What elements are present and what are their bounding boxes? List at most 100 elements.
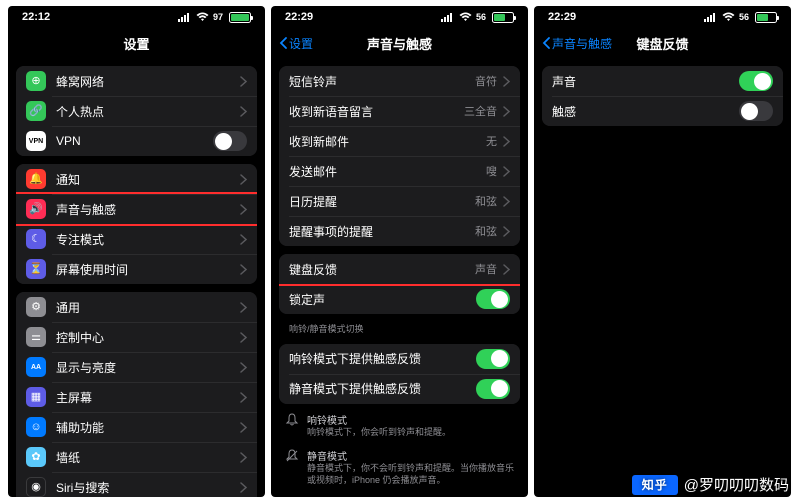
screen-sounds-haptics: 22:29 56 设置 声音与触感 短信铃声 音符 收到新语音留言 三全音 收到… bbox=[271, 6, 528, 497]
chevron-right-icon bbox=[503, 76, 510, 87]
chevron-right-icon bbox=[240, 452, 247, 463]
vpn-icon: VPN bbox=[26, 131, 46, 151]
group-haptic-modes: 响铃模式下提供触感反馈 静音模式下提供触感反馈 bbox=[279, 344, 520, 404]
settings-row[interactable]: ◉ Siri与搜索 bbox=[16, 472, 257, 497]
toggle-switch[interactable] bbox=[476, 289, 510, 309]
settings-row[interactable]: 🔔 通知 bbox=[16, 164, 257, 194]
group-connectivity: ⊕ 蜂窝网络 🔗 个人热点 VPN VPN bbox=[16, 66, 257, 156]
row-label: 墙纸 bbox=[56, 449, 234, 466]
back-label: 声音与触感 bbox=[552, 35, 612, 52]
row-label: Siri与搜索 bbox=[56, 479, 234, 496]
settings-row[interactable]: 提醒事项的提醒 和弦 bbox=[279, 216, 520, 246]
battery-icon bbox=[229, 12, 251, 23]
info-desc: 响铃模式下，你会听到铃声和提醒。 bbox=[307, 427, 514, 439]
toggle-switch[interactable] bbox=[739, 71, 773, 91]
chevron-right-icon bbox=[240, 302, 247, 313]
row-value: 无 bbox=[486, 133, 497, 149]
chevron-right-icon bbox=[240, 422, 247, 433]
chevron-right-icon bbox=[240, 76, 247, 87]
status-indicators: 56 bbox=[704, 12, 777, 23]
chevron-right-icon bbox=[503, 166, 510, 177]
row-value: 嗖 bbox=[486, 163, 497, 179]
battery-percent: 56 bbox=[739, 12, 749, 22]
battery-percent: 97 bbox=[213, 12, 223, 22]
battery-icon bbox=[492, 12, 514, 23]
row-label: 收到新语音留言 bbox=[289, 103, 458, 120]
row-label: 通用 bbox=[56, 299, 234, 316]
settings-row[interactable]: 静音模式下提供触感反馈 bbox=[279, 374, 520, 404]
status-indicators: 97 bbox=[178, 12, 251, 23]
status-time: 22:12 bbox=[22, 11, 50, 23]
settings-row[interactable]: 响铃模式下提供触感反馈 bbox=[279, 344, 520, 374]
group-tones: 短信铃声 音符 收到新语音留言 三全音 收到新邮件 无 发送邮件 嗖 日历提醒 … bbox=[279, 66, 520, 246]
wifi-icon bbox=[196, 12, 209, 22]
settings-row[interactable]: ⚙ 通用 bbox=[16, 292, 257, 322]
row-label: 日历提醒 bbox=[289, 193, 469, 210]
back-button[interactable]: 声音与触感 bbox=[542, 28, 612, 58]
settings-row[interactable]: 🔊 声音与触感 bbox=[16, 194, 257, 224]
row-value: 声音 bbox=[475, 261, 497, 277]
row-label: 响铃模式下提供触感反馈 bbox=[289, 350, 476, 367]
row-label: 提醒事项的提醒 bbox=[289, 223, 469, 240]
toggle-switch[interactable] bbox=[739, 101, 773, 121]
ring-mode-info: 响铃模式 响铃模式下，你会听到铃声和提醒。 bbox=[271, 404, 528, 441]
link-icon: 🔗 bbox=[26, 101, 46, 121]
status-time: 22:29 bbox=[548, 11, 576, 23]
watermark-text: @罗叨叨叨数码 bbox=[684, 474, 789, 495]
row-label: 屏幕使用时间 bbox=[56, 261, 234, 278]
settings-row[interactable]: ⚌ 控制中心 bbox=[16, 322, 257, 352]
silent-mode-info: 静音模式 静音模式下，你不会听到铃声和提醒。当你播放音乐或视频时，iPhone … bbox=[271, 440, 528, 488]
chevron-right-icon bbox=[240, 362, 247, 373]
gear-icon: ⚙ bbox=[26, 297, 46, 317]
chevron-right-icon bbox=[503, 196, 510, 207]
settings-row[interactable]: VPN VPN bbox=[16, 126, 257, 156]
grid-icon: ▦ bbox=[26, 387, 46, 407]
settings-row[interactable]: 触感 bbox=[542, 96, 783, 126]
toggle-switch[interactable] bbox=[213, 131, 247, 151]
settings-row[interactable]: 🔗 个人热点 bbox=[16, 96, 257, 126]
settings-row[interactable]: ⏳ 屏幕使用时间 bbox=[16, 254, 257, 284]
chevron-right-icon bbox=[240, 332, 247, 343]
row-label: 专注模式 bbox=[56, 231, 234, 248]
settings-row[interactable]: 键盘反馈 声音 bbox=[279, 254, 520, 284]
settings-row[interactable]: ⊕ 蜂窝网络 bbox=[16, 66, 257, 96]
row-label: 通知 bbox=[56, 171, 234, 188]
flower-icon: ✿ bbox=[26, 447, 46, 467]
settings-row[interactable]: ☾ 专注模式 bbox=[16, 224, 257, 254]
row-label: 显示与亮度 bbox=[56, 359, 234, 376]
cell-signal-icon bbox=[178, 12, 192, 22]
toggle-switch[interactable] bbox=[476, 349, 510, 369]
settings-row[interactable]: ▦ 主屏幕 bbox=[16, 382, 257, 412]
info-desc: 静音模式下，你不会听到铃声和提醒。当你播放音乐或视频时，iPhone 仍会播放声… bbox=[307, 463, 514, 486]
row-value: 三全音 bbox=[464, 103, 497, 119]
wifi-icon bbox=[459, 12, 472, 22]
row-label: 声音 bbox=[552, 73, 739, 90]
settings-row[interactable]: 日历提醒 和弦 bbox=[279, 186, 520, 216]
chevron-right-icon bbox=[240, 174, 247, 185]
settings-row[interactable]: 收到新邮件 无 bbox=[279, 126, 520, 156]
settings-row[interactable]: AA 显示与亮度 bbox=[16, 352, 257, 382]
row-label: 短信铃声 bbox=[289, 73, 469, 90]
info-title: 静音模式 bbox=[307, 448, 514, 463]
settings-row[interactable]: ✿ 墙纸 bbox=[16, 442, 257, 472]
row-label: VPN bbox=[56, 134, 213, 148]
row-label: 键盘反馈 bbox=[289, 261, 469, 278]
settings-row[interactable]: 锁定声 bbox=[279, 284, 520, 314]
settings-row[interactable]: ☺ 辅助功能 bbox=[16, 412, 257, 442]
chevron-right-icon bbox=[503, 264, 510, 275]
battery-percent: 56 bbox=[476, 12, 486, 22]
settings-row[interactable]: 声音 bbox=[542, 66, 783, 96]
back-button[interactable]: 设置 bbox=[279, 28, 313, 58]
row-label: 控制中心 bbox=[56, 329, 234, 346]
bell-icon: 🔔 bbox=[26, 169, 46, 189]
chevron-right-icon bbox=[240, 106, 247, 117]
settings-row[interactable]: 发送邮件 嗖 bbox=[279, 156, 520, 186]
info-title: 响铃模式 bbox=[307, 412, 514, 427]
settings-row[interactable]: 收到新语音留言 三全音 bbox=[279, 96, 520, 126]
zhihu-logo: 知乎 bbox=[632, 475, 678, 495]
section-header: 响铃/静音模式切换 bbox=[271, 314, 528, 336]
page-title: 键盘反馈 bbox=[636, 34, 688, 53]
hourglass-icon: ⏳ bbox=[26, 259, 46, 279]
toggle-switch[interactable] bbox=[476, 379, 510, 399]
settings-row[interactable]: 短信铃声 音符 bbox=[279, 66, 520, 96]
